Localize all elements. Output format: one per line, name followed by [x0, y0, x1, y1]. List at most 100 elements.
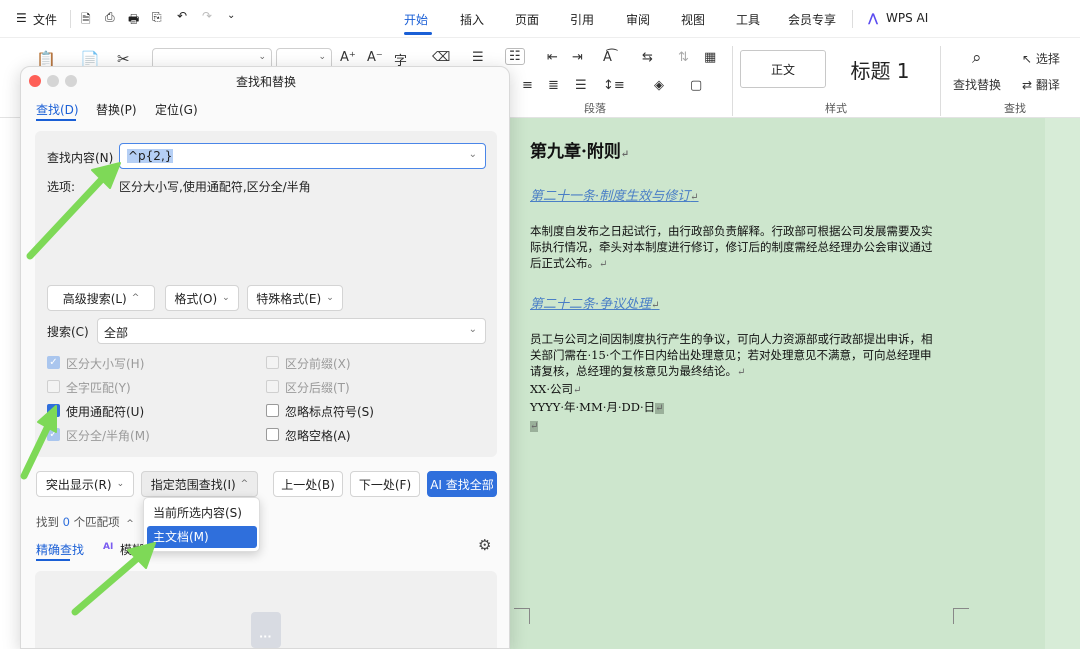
ignore-space-checkbox[interactable] — [266, 428, 279, 441]
next-button[interactable]: 下一处(F) — [350, 471, 420, 497]
article-21-heading: 第二十一条·制度生效与修订↵ — [530, 189, 699, 204]
char-scale-icon[interactable]: A͡ — [603, 50, 612, 65]
article-22-body: 员工与公司之间因制度执行产生的争议，可向人力资源部或行政部提出申诉，相 关部门需… — [530, 332, 933, 432]
find-all-button[interactable]: AI 查找全部 — [427, 471, 497, 497]
find-replace-button[interactable]: 查找替换 — [953, 76, 1001, 93]
tab-insert[interactable]: 插入 — [460, 11, 484, 28]
suffix-checkbox[interactable] — [266, 380, 279, 393]
align-distribute-icon[interactable]: ≣ — [548, 78, 559, 93]
tab-references[interactable]: 引用 — [570, 11, 594, 28]
chevron-down-icon[interactable]: ⌄ — [227, 10, 235, 21]
find-content-input[interactable]: ^p{2,} ⌄ — [119, 143, 486, 169]
tab-review[interactable]: 审阅 — [626, 11, 650, 28]
paragraph-group-label: 段落 — [584, 102, 606, 115]
wildcards-label: 使用通配符(U) — [66, 405, 145, 419]
export-icon[interactable]: ⎙ — [105, 10, 115, 25]
full-half-checkbox[interactable]: ✓ — [47, 428, 60, 441]
special-format-button[interactable]: 特殊格式(E) ⌄ — [247, 285, 343, 311]
chapter-title: 第九章·附则↵ — [530, 142, 630, 162]
shading-icon[interactable]: ◈ — [654, 78, 664, 93]
numbering-icon[interactable]: ☷ — [505, 48, 525, 65]
text-direction-icon[interactable]: ⇆ — [642, 50, 653, 65]
chevron-down-icon[interactable]: ⌄ — [469, 149, 477, 160]
prefix-checkbox[interactable] — [266, 356, 279, 369]
chevron-down-icon: ⌄ — [468, 324, 477, 335]
save-icon[interactable]: 🗎 — [81, 10, 91, 31]
article-21-body: 本制度自发布之日起试行，由行政部负责解释。行政部可根据公司发展需要及实 际执行情… — [530, 224, 933, 270]
highlight-button[interactable]: 突出显示(R) ⌄ — [36, 471, 134, 497]
ai-icon: AI — [103, 542, 114, 552]
menu-item-current-selection[interactable]: 当前所选内容(S) — [147, 502, 257, 524]
format-button[interactable]: 格式(O) ⌄ — [165, 285, 239, 311]
bullets-icon[interactable]: ☰ — [472, 50, 484, 65]
tab-view[interactable]: 视图 — [681, 11, 705, 28]
tab-replace[interactable]: 替换(P) — [96, 101, 137, 118]
find-group-label: 查找 — [1004, 102, 1026, 115]
wildcards-checkbox[interactable]: ✓ — [47, 404, 60, 417]
divider — [940, 46, 941, 116]
advanced-search-button[interactable]: 高级搜索(L) ^ — [47, 285, 155, 311]
menu-bar: ☰ 文件 🗎 ⎙ 🖶 ⎘ ↶ ↷ ⌄ 开始 插入 页面 引用 审阅 视图 工具 … — [0, 0, 1080, 38]
grow-font-icon[interactable]: A⁺ — [340, 50, 356, 65]
whole-word-checkbox[interactable] — [47, 380, 60, 393]
menu-item-main-document[interactable]: 主文档(M) — [147, 526, 257, 548]
find-content-label: 查找内容(N) — [47, 151, 114, 165]
search-scope-label: 搜索(C) — [47, 325, 89, 339]
ignore-punct-checkbox[interactable] — [266, 404, 279, 417]
full-half-label: 区分全/半角(M) — [66, 429, 150, 443]
left-panel — [0, 118, 20, 649]
range-dropdown-menu: 当前所选内容(S) 主文档(M) — [143, 497, 260, 552]
tab-fuzzy-find[interactable]: 模糊 — [120, 541, 144, 558]
tab-member[interactable]: 会员专享 — [788, 11, 836, 28]
dialog-title: 查找和替换 — [235, 75, 296, 89]
gear-icon[interactable]: ⚙ — [478, 536, 491, 554]
divider — [70, 10, 71, 28]
page-margin-right — [1045, 118, 1080, 649]
options-value: 区分大小写,使用通配符,区分全/半角 — [119, 180, 311, 194]
search-scope-value: 全部 — [104, 326, 129, 340]
align-justify-icon[interactable]: ≡ — [522, 78, 533, 93]
outdent-icon[interactable]: ⇤ — [547, 50, 558, 65]
align-center-icon[interactable]: ☰ — [575, 78, 587, 93]
search-icon[interactable]: ⌕ — [972, 48, 982, 68]
border-icon[interactable]: ▢ — [690, 78, 702, 93]
print-icon[interactable]: 🖶 — [128, 10, 139, 31]
article-22-heading: 第二十二条·争议处理↵ — [530, 297, 660, 312]
file-menu[interactable]: 文件 — [33, 11, 57, 28]
find-replace-dialog: 查找和替换 查找(D) 替换(P) 定位(G) 查找内容(N) ^p{2,} ⌄… — [20, 66, 510, 649]
match-count: 找到 0 个匹配项 ^ — [36, 515, 134, 529]
match-case-checkbox[interactable]: ✓ — [47, 356, 60, 369]
tab-find[interactable]: 查找(D) — [36, 101, 79, 118]
tab-home[interactable]: 开始 — [404, 11, 428, 28]
style-heading1[interactable]: 标题 1 — [830, 50, 930, 88]
wps-ai-icon: ⋀ — [868, 11, 879, 25]
sort-icon[interactable]: ⇅ — [678, 50, 689, 65]
tab-tools[interactable]: 工具 — [736, 11, 760, 28]
match-case-label: 区分大小写(H) — [66, 357, 145, 371]
tab-precise-find[interactable]: 精确查找 — [36, 541, 84, 558]
style-normal[interactable]: 正文 — [740, 50, 826, 88]
prev-button[interactable]: 上一处(B) — [273, 471, 343, 497]
select-button[interactable]: ↖ 选择 — [1022, 50, 1060, 67]
active-tab-indicator — [36, 119, 76, 121]
line-spacing-icon[interactable]: ↕≡ — [603, 78, 625, 93]
menu-icon[interactable]: ☰ — [16, 11, 27, 25]
empty-file-icon: ··· — [251, 612, 281, 648]
show-marks-icon[interactable]: ▦ — [704, 50, 716, 65]
styles-group-label: 样式 — [825, 102, 847, 115]
tab-goto[interactable]: 定位(G) — [155, 101, 198, 118]
tab-wps-ai[interactable]: WPS AI — [886, 11, 928, 25]
shrink-font-icon[interactable]: A⁻ — [367, 50, 383, 65]
translate-button[interactable]: ⇄ 翻译 — [1022, 76, 1060, 93]
tab-page[interactable]: 页面 — [515, 11, 539, 28]
redo-icon[interactable]: ↷ — [202, 9, 212, 23]
prefix-label: 区分前缀(X) — [285, 357, 351, 371]
indent-icon[interactable]: ⇥ — [572, 50, 583, 65]
eraser-icon[interactable]: ⌫ — [432, 50, 450, 65]
print-preview-icon[interactable]: ⎘ — [152, 10, 162, 25]
active-tab-indicator — [404, 32, 432, 35]
search-scope-select[interactable]: 全部 ⌄ — [97, 318, 486, 344]
suffix-label: 区分后缀(T) — [285, 381, 350, 395]
undo-icon[interactable]: ↶ — [177, 9, 187, 23]
range-find-button[interactable]: 指定范围查找(I) ^ — [141, 471, 258, 497]
